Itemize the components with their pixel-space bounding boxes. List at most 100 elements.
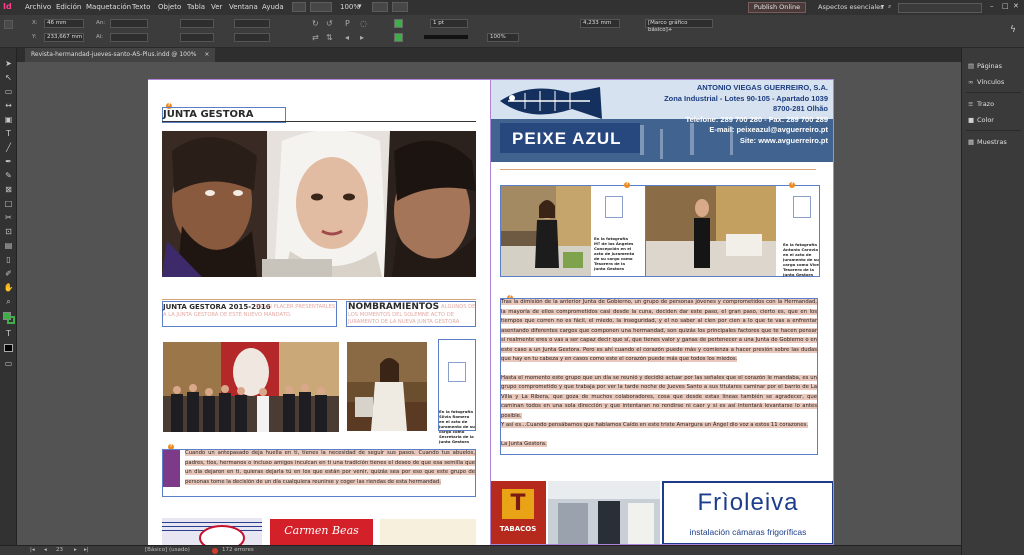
dimension-field[interactable]: 4,233 mm bbox=[580, 19, 620, 28]
select-container-icon[interactable]: P bbox=[345, 19, 350, 28]
page-tool-icon[interactable]: ▭ bbox=[3, 86, 14, 97]
document-tab[interactable]: Revista-hermandad-jueves-santo-AS-Plus.i… bbox=[25, 48, 216, 62]
panel-trazo[interactable]: ≡ Trazo bbox=[968, 100, 994, 108]
ad-left[interactable] bbox=[162, 518, 262, 545]
scissors-tool-icon[interactable]: ✂ bbox=[3, 212, 14, 223]
ad-carmen-beas[interactable]: Carmen Beas bbox=[270, 519, 373, 545]
stroke-swatch[interactable] bbox=[394, 33, 403, 42]
page-number[interactable]: 23 bbox=[56, 547, 63, 553]
x-field[interactable]: 46 mm bbox=[44, 19, 84, 28]
y-field[interactable]: 233,667 mm bbox=[44, 33, 84, 42]
panel-paginas[interactable]: ▤ Páginas bbox=[968, 62, 1002, 70]
panel-vinculos[interactable]: ∞ Vínculos bbox=[968, 78, 1004, 86]
object-style-dropdown[interactable]: [Marco gráfico básico]+ bbox=[645, 19, 713, 33]
panel-muestras[interactable]: ▦ Muestras bbox=[968, 138, 1007, 146]
vicetesorero-photo[interactable] bbox=[646, 186, 776, 276]
ad-right[interactable] bbox=[380, 519, 476, 545]
rotate-ccw-icon[interactable]: ↺ bbox=[326, 19, 333, 28]
scale-y-field[interactable] bbox=[180, 33, 214, 42]
quick-apply-icon[interactable]: ϟ bbox=[1010, 25, 1016, 35]
first-page-icon[interactable]: |◂ bbox=[30, 547, 35, 553]
eyedropper-tool-icon[interactable]: ✐ bbox=[3, 268, 14, 279]
selection-tool-icon[interactable]: ➤ bbox=[3, 58, 14, 69]
formatting-affects-icon[interactable]: T bbox=[3, 328, 14, 339]
opacity-field[interactable]: 100% bbox=[487, 33, 519, 42]
menu-texto[interactable]: Texto bbox=[132, 3, 150, 11]
stroke-type-swatch[interactable] bbox=[424, 35, 468, 39]
style-status[interactable]: [Básico] (usado) bbox=[145, 547, 190, 553]
menu-maquetacion[interactable]: Maquetación bbox=[86, 3, 131, 11]
arrange-docs-button[interactable] bbox=[392, 2, 408, 12]
peixe-azul-banner[interactable]: ANTONIO VIEGAS GUERREIRO, S.A. Zona Indu… bbox=[490, 79, 834, 162]
section2-title[interactable]: NOMBRAMIENTOS bbox=[348, 302, 439, 312]
type-tool-icon[interactable]: T bbox=[3, 128, 14, 139]
select-previous-icon[interactable]: ◂ bbox=[345, 33, 349, 42]
shear-field[interactable] bbox=[234, 33, 270, 42]
ad-shop-photo[interactable] bbox=[548, 481, 660, 545]
document-canvas[interactable]: ? JUNTA GESTORA JUNTA GESTORA 2015-2016 … bbox=[17, 62, 961, 545]
width-field[interactable] bbox=[110, 19, 148, 28]
secretaria-photo[interactable] bbox=[347, 342, 427, 431]
rectangle-frame-tool-icon[interactable]: ⊠ bbox=[3, 184, 14, 195]
rotation-field[interactable] bbox=[234, 19, 270, 28]
content-collector-icon[interactable]: ▣ bbox=[3, 114, 14, 125]
gap-tool-icon[interactable]: ↔ bbox=[3, 100, 14, 111]
zoom-dropdown-icon[interactable]: ▾ bbox=[358, 2, 362, 10]
gradient-tool-icon[interactable]: ▤ bbox=[3, 240, 14, 251]
flip-vertical-icon[interactable]: ⇅ bbox=[326, 33, 333, 42]
scale-x-field[interactable] bbox=[180, 19, 214, 28]
select-next-icon[interactable]: ▸ bbox=[360, 33, 364, 42]
view-options-button[interactable] bbox=[310, 2, 332, 12]
junta-group-photo[interactable] bbox=[163, 342, 339, 432]
menu-tabla[interactable]: Tabla bbox=[187, 3, 205, 11]
normal-mode-icon[interactable] bbox=[4, 344, 13, 352]
stroke-color-icon[interactable] bbox=[7, 316, 15, 324]
ad-tabacos[interactable]: T TABACOS bbox=[490, 481, 546, 545]
tesorera-photo[interactable] bbox=[501, 186, 591, 276]
last-page-icon[interactable]: ▸| bbox=[84, 547, 89, 553]
ad-frioleiva[interactable]: Frìoleiva instalación cámaras frigorífic… bbox=[662, 481, 834, 545]
maximize-icon[interactable]: □ bbox=[1002, 2, 1009, 10]
pencil-tool-icon[interactable]: ✎ bbox=[3, 170, 14, 181]
menu-objeto[interactable]: Objeto bbox=[158, 3, 181, 11]
publish-online-button[interactable]: Publish Online bbox=[748, 2, 806, 13]
menu-ayuda[interactable]: Ayuda bbox=[262, 3, 284, 11]
body-text[interactable]: Tras la dimisión de la anterior Junta de… bbox=[501, 298, 817, 449]
line-tool-icon[interactable]: ╱ bbox=[3, 142, 14, 153]
intro-text[interactable]: Cuando un antepasado deja huella en ti, … bbox=[185, 449, 475, 487]
pen-tool-icon[interactable]: ✒ bbox=[3, 156, 14, 167]
note-tool-icon[interactable]: ▯ bbox=[3, 254, 14, 265]
stroke-weight-field[interactable]: 1 pt bbox=[430, 19, 468, 28]
menu-ver[interactable]: Ver bbox=[211, 3, 222, 11]
free-transform-tool-icon[interactable]: ⊡ bbox=[3, 226, 14, 237]
minimize-icon[interactable]: – bbox=[990, 2, 994, 10]
hero-photo[interactable] bbox=[162, 131, 476, 277]
next-page-icon[interactable]: ▸ bbox=[74, 547, 77, 553]
preflight-errors[interactable]: 172 errores bbox=[222, 547, 254, 553]
close-window-icon[interactable]: ✕ bbox=[1013, 2, 1019, 10]
fill-swatch[interactable] bbox=[394, 19, 403, 28]
workspace-switcher[interactable]: Aspectos esenciales bbox=[818, 3, 884, 11]
panel-color[interactable]: ■ Color bbox=[968, 116, 994, 124]
section1-title[interactable]: JUNTA GESTORA 2015-2016 bbox=[163, 303, 271, 311]
right-page[interactable]: ANTONIO VIEGAS GUERREIRO, S.A. Zona Indu… bbox=[490, 79, 834, 545]
workspace-dropdown-icon[interactable]: ▾ bbox=[881, 3, 884, 10]
previous-page-icon[interactable]: ◂ bbox=[44, 547, 47, 553]
hand-tool-icon[interactable]: ✋ bbox=[3, 282, 14, 293]
rectangle-tool-icon[interactable]: □ bbox=[3, 198, 14, 209]
menu-archivo[interactable]: Archivo bbox=[25, 3, 51, 11]
page-title[interactable]: JUNTA GESTORA bbox=[163, 109, 253, 120]
select-content-icon[interactable]: ◌ bbox=[360, 19, 367, 28]
rotate-cw-icon[interactable]: ↻ bbox=[312, 19, 319, 28]
zoom-tool-icon[interactable]: ⌕ bbox=[3, 296, 14, 307]
screen-mode-button[interactable] bbox=[372, 2, 388, 12]
direct-selection-tool-icon[interactable]: ↖ bbox=[3, 72, 14, 83]
menu-ventana[interactable]: Ventana bbox=[229, 3, 258, 11]
reference-point-icon[interactable] bbox=[4, 20, 13, 29]
height-field[interactable] bbox=[110, 33, 148, 42]
screen-mode-icon[interactable]: ▭ bbox=[3, 358, 14, 369]
search-input[interactable] bbox=[898, 3, 982, 13]
zoom-level[interactable]: 100% bbox=[340, 3, 360, 11]
bridge-button[interactable] bbox=[292, 2, 306, 12]
left-page[interactable]: ? JUNTA GESTORA JUNTA GESTORA 2015-2016 … bbox=[148, 79, 491, 545]
